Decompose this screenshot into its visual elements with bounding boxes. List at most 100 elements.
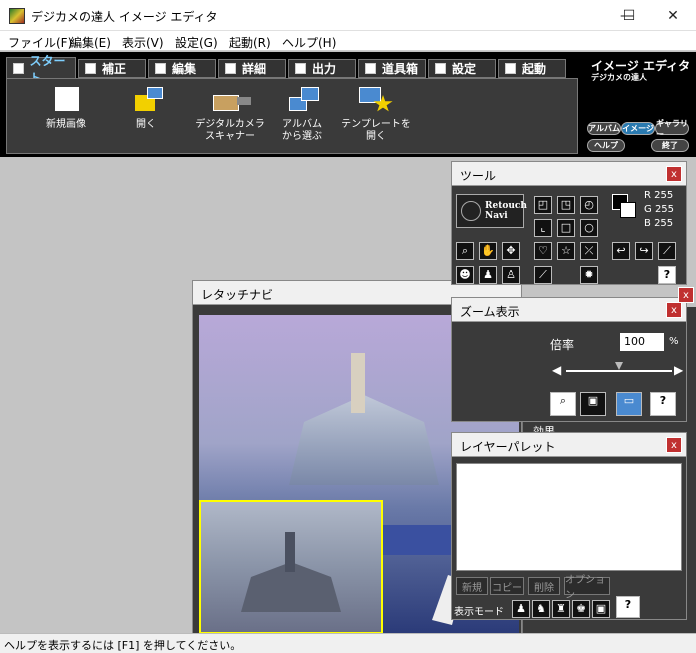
close-button[interactable]: ✕ (650, 0, 696, 31)
tab-start[interactable]: スタート (6, 54, 76, 85)
percent-label: % (669, 336, 679, 347)
corner-tool-icon[interactable]: ⌞ (534, 219, 552, 237)
tab-detail[interactable]: 詳細 (218, 59, 286, 78)
zoom-slider-thumb[interactable] (615, 362, 623, 370)
menu-file[interactable]: ファイル(F) (8, 34, 72, 51)
brand-subtitle: デジカメの達人 (591, 73, 647, 82)
heart-tool-icon[interactable]: ♡ (534, 242, 552, 260)
redo-icon[interactable]: ↪ (635, 242, 653, 260)
tab-label: 道具箱 (382, 62, 419, 76)
help-icon[interactable]: ? (616, 596, 640, 618)
tab-correct[interactable]: 補正 (78, 59, 146, 78)
launch-icon (505, 63, 516, 74)
zoom-window: ズーム表示 x 倍率 100 % ◀ ▶ ⌕ ▣ ▭ ? (451, 297, 687, 422)
retouch-navi-label: Retouch Navi (485, 201, 527, 221)
lasso-tool-icon[interactable]: ⤫ (580, 242, 598, 260)
menu-view[interactable]: 表示(V) (122, 34, 164, 51)
zoom-rate-input[interactable]: 100 (620, 333, 664, 351)
retouch-navi-button[interactable]: Retouch Navi (456, 194, 527, 228)
delete-layer-button[interactable]: 削除 (528, 577, 560, 595)
layer-palette-header[interactable]: レイヤーパレット x (452, 433, 686, 457)
move-tool-icon[interactable]: ✥ (502, 242, 520, 260)
close-icon[interactable]: x (666, 437, 682, 453)
close-icon[interactable]: x (666, 302, 682, 318)
close-icon[interactable]: x (678, 287, 694, 303)
ellipse-tool-icon[interactable]: ○ (580, 219, 598, 237)
r-value: 255 (654, 190, 674, 201)
tab-output[interactable]: 出力 (288, 59, 356, 78)
new-image-icon (49, 87, 83, 113)
zoom-rate-label: 倍率 (550, 338, 575, 352)
zoom-window-icon[interactable]: ▭ (616, 392, 642, 416)
menu-edit[interactable]: 編集(E) (70, 34, 111, 51)
mode-1-icon[interactable]: ♟ (512, 600, 530, 618)
help-icon[interactable]: ? (658, 266, 676, 284)
close-icon[interactable]: x (666, 166, 682, 182)
help-button[interactable]: ヘルプ (587, 139, 625, 152)
menu-launch[interactable]: 起動(R) (229, 34, 271, 51)
menu-settings[interactable]: 設定(G) (175, 34, 218, 51)
eyedropper-icon[interactable]: ⟋ (658, 242, 676, 260)
mode-2-icon[interactable]: ♞ (532, 600, 550, 618)
select-tool-3-icon[interactable]: ◴ (580, 196, 598, 214)
select-tool-2-icon[interactable]: ◳ (557, 196, 575, 214)
new-layer-button[interactable]: 新規 (456, 577, 488, 595)
help-icon[interactable]: ? (650, 392, 676, 416)
g-value: 255 (654, 204, 675, 215)
panel-title: ズーム表示 (460, 305, 520, 319)
title-bar: デジカメの達人 イメージ エディタ — ☐ ✕ (0, 0, 696, 31)
zoom-window-header[interactable]: ズーム表示 x (452, 298, 686, 322)
tab-toolbox[interactable]: 道具箱 (358, 59, 426, 78)
layer-list[interactable] (456, 463, 682, 571)
new-image-button[interactable]: 新規画像 (21, 87, 111, 131)
tab-edit[interactable]: 編集 (148, 59, 216, 78)
maximize-button[interactable]: ☐ (606, 0, 652, 31)
person-tool-icon[interactable]: ♟ (479, 266, 497, 284)
open-button[interactable]: 開く (101, 87, 191, 131)
open-folder-icon (129, 87, 163, 113)
background-color-swatch[interactable] (620, 202, 636, 218)
zoom-slider-track[interactable] (566, 370, 672, 372)
album-link[interactable]: アルバム (587, 122, 621, 135)
tab-label: 補正 (102, 62, 127, 76)
tool-window-header[interactable]: ツール x (452, 162, 686, 186)
template-button[interactable]: テンプレートを 開く (331, 87, 421, 143)
tab-launch[interactable]: 起動 (498, 59, 566, 78)
zoom-fit-icon[interactable]: ⌕ (550, 392, 576, 416)
zoom-actual-icon[interactable]: ▣ (580, 392, 606, 416)
hand-tool-icon[interactable]: ✋ (479, 242, 497, 260)
output-icon (295, 63, 306, 74)
image-link[interactable]: イメージ (621, 122, 655, 135)
rect-tool-icon[interactable]: □ (557, 219, 575, 237)
star-tool-icon[interactable]: ☆ (557, 242, 575, 260)
copy-layer-button[interactable]: コピー (490, 577, 524, 595)
thumbnail-view[interactable] (199, 500, 383, 634)
mode-3-icon[interactable]: ♜ (552, 600, 570, 618)
exit-button[interactable]: 終了 (651, 139, 689, 152)
display-mode-label: 表示モード (454, 607, 504, 618)
zoom-tool-icon[interactable]: ⌕ (456, 242, 474, 260)
zoom-in-arrow-icon[interactable]: ▶ (674, 363, 683, 377)
portrait-tool-icon[interactable]: ☻ (456, 266, 474, 284)
template-icon (359, 87, 393, 113)
menu-help[interactable]: ヘルプ(H) (282, 34, 336, 51)
tool-label: テンプレートを 開く (341, 119, 411, 142)
mode-4-icon[interactable]: ♚ (572, 600, 590, 618)
app-icon (9, 8, 25, 24)
person-outline-tool-icon[interactable]: ♙ (502, 266, 520, 284)
tab-settings[interactable]: 設定 (428, 59, 496, 78)
layer-options-button[interactable]: オプション (564, 575, 610, 601)
toolbox-icon (365, 63, 376, 74)
wand-tool-icon[interactable]: ⟋ (534, 266, 552, 284)
wrench-icon (435, 63, 446, 74)
select-tool-icon[interactable]: ◰ (534, 196, 552, 214)
undo-icon[interactable]: ↩ (612, 242, 630, 260)
gallery-link[interactable]: ギャラリー (655, 119, 689, 139)
crosshair-icon (461, 201, 481, 221)
menu-bar: ファイル(F) 編集(E) 表示(V) 設定(G) 起動(R) ヘルプ(H) (0, 31, 696, 51)
tab-label: 起動 (522, 62, 547, 76)
zoom-out-arrow-icon[interactable]: ◀ (552, 363, 561, 377)
album-icon (285, 87, 319, 113)
burst-tool-icon[interactable]: ✹ (580, 266, 598, 284)
mode-5-icon[interactable]: ▣ (592, 600, 610, 618)
